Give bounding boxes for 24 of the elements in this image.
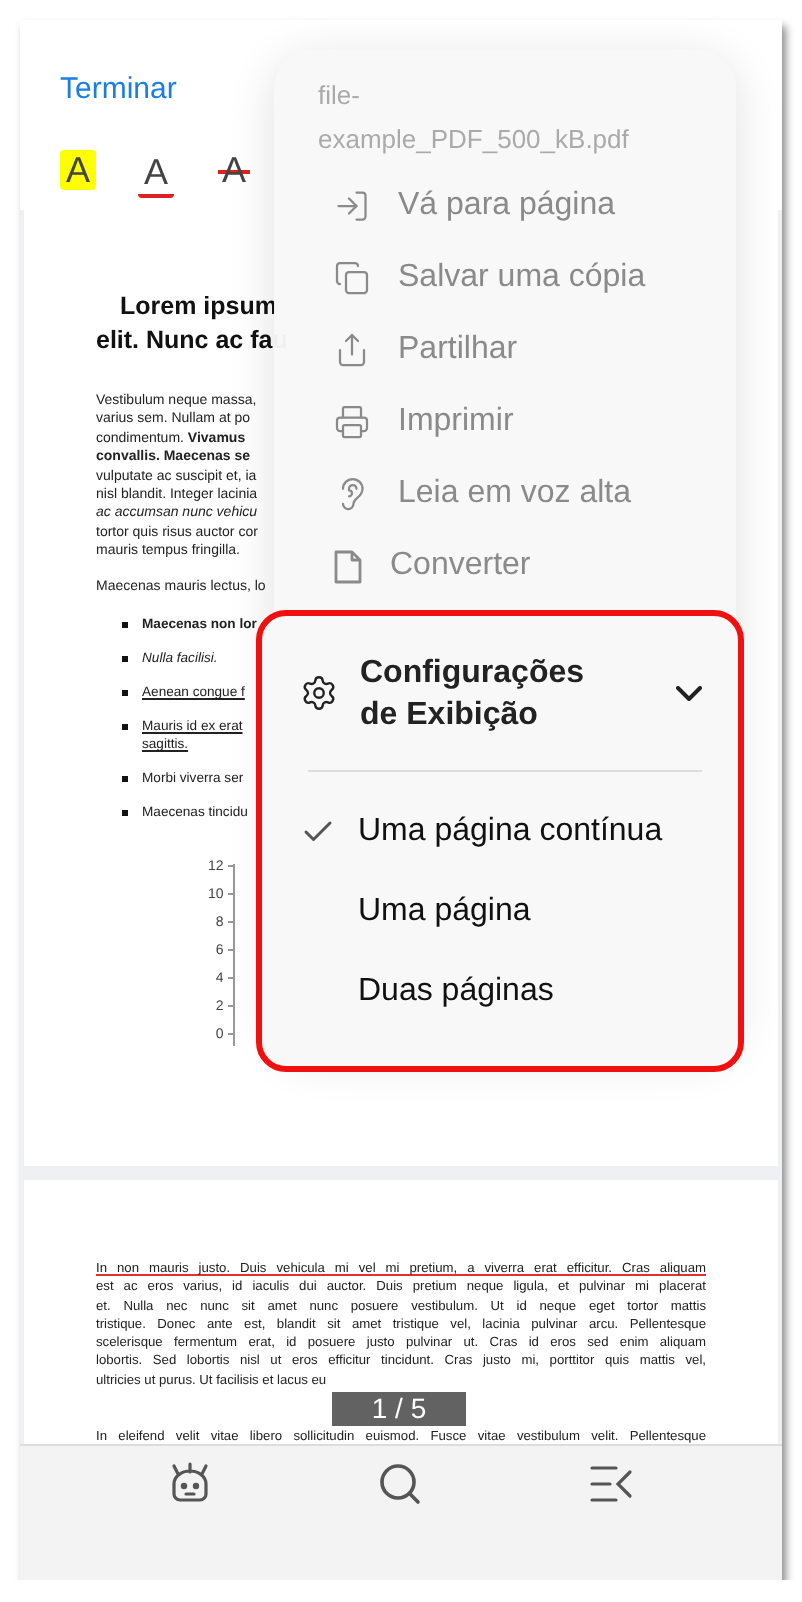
highlight-tool[interactable]: A <box>60 150 97 190</box>
document-icon <box>334 549 362 583</box>
view-option[interactable]: Uma página <box>300 872 531 952</box>
view-option[interactable]: Duas páginas <box>300 952 554 1032</box>
bullet-icon <box>122 622 128 629</box>
collapse-list-icon <box>588 1462 637 1506</box>
settings-icon <box>300 674 338 712</box>
file-name: file- example_PDF_500_kB.pdf <box>318 78 629 158</box>
bullet-icon <box>122 656 128 663</box>
bullet-icon <box>122 810 128 817</box>
bullet-icon <box>122 690 128 697</box>
copy-icon <box>334 260 370 296</box>
enter-icon <box>334 188 370 224</box>
view-option[interactable]: Uma página contínua <box>300 792 663 872</box>
done-button[interactable]: Terminar <box>60 72 177 106</box>
page-indicator-toast: 1 / 5 <box>332 1392 466 1426</box>
share-icon <box>334 332 370 368</box>
underline-tool[interactable]: A <box>138 150 175 198</box>
printer-icon <box>334 404 370 440</box>
chevron-icon <box>676 685 702 701</box>
search-icon <box>376 1460 425 1508</box>
bullet-icon <box>122 776 128 783</box>
display-settings-header[interactable]: Configurações de Exibição <box>300 616 702 770</box>
bullet-icon <box>122 724 128 731</box>
